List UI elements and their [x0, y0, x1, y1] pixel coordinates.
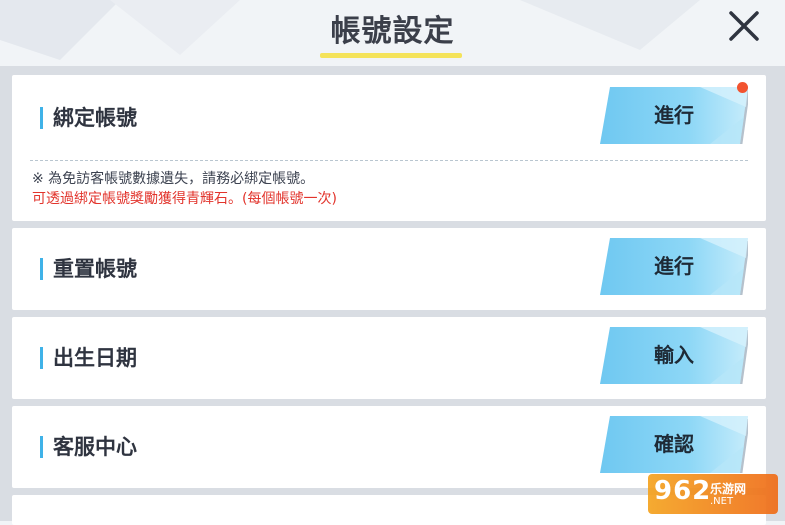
site-watermark: 962 乐游网 .NET: [648, 474, 778, 514]
card-reset-account: 重置帳號 進行: [12, 228, 766, 310]
title-underline: [320, 53, 462, 58]
bind-account-button-label: 進行: [654, 103, 694, 127]
birth-date-button[interactable]: 輸入: [600, 327, 748, 384]
birth-date-button-label: 輸入: [654, 343, 694, 367]
watermark-number: 962: [654, 476, 712, 506]
card-bind-account: 綁定帳號 進行 ※ 為免訪客帳號數據遺失，請務必綁定帳號。 可透過綁定帳號獎勵獲…: [12, 75, 766, 221]
bind-note-info: ※ 為免訪客帳號數據遺失，請務必綁定帳號。: [32, 171, 315, 187]
card-birth-date: 出生日期 輸入: [12, 317, 766, 399]
divider: [30, 160, 748, 161]
watermark-text: 乐游网: [710, 482, 747, 496]
customer-service-label: 客服中心: [40, 436, 137, 458]
page-title: 帳號設定: [330, 14, 455, 49]
customer-service-button[interactable]: 確認: [600, 416, 748, 473]
dialog-header: 帳號設定: [0, 0, 785, 66]
close-button[interactable]: [722, 6, 766, 46]
bind-account-button[interactable]: 進行: [600, 87, 748, 144]
bind-account-label: 綁定帳號: [40, 107, 137, 129]
customer-service-button-label: 確認: [654, 432, 694, 456]
notification-badge: [737, 82, 748, 93]
close-icon: [729, 11, 759, 41]
bind-note-reward: 可透過綁定帳號獎勵獲得青輝石。(每個帳號一次): [32, 191, 337, 207]
reset-account-button[interactable]: 進行: [600, 238, 748, 295]
reset-account-label: 重置帳號: [40, 258, 137, 280]
birth-date-label: 出生日期: [40, 347, 137, 369]
watermark-url: .NET: [710, 496, 734, 507]
reset-account-button-label: 進行: [654, 254, 694, 278]
